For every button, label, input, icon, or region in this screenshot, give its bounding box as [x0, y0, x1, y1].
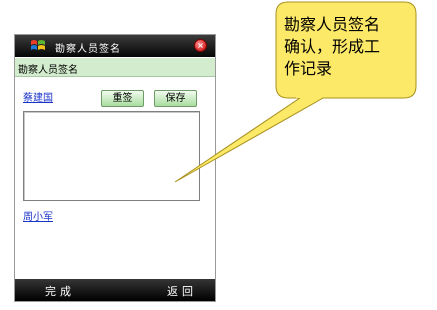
- callout-text: 勘察人员签名 确认，形成工 作记录: [284, 14, 408, 80]
- windows-logo-icon[interactable]: [30, 38, 46, 54]
- save-button[interactable]: 保存: [154, 90, 197, 107]
- callout-line: 作记录: [284, 59, 333, 78]
- signer-2-link[interactable]: 周小军: [23, 208, 53, 223]
- phone-window: 勘察人员签名 × 勘察人员签名 蔡建国 重签 保存 周小军 完成 返回: [14, 34, 216, 302]
- signature-pad[interactable]: [23, 111, 200, 201]
- resign-button[interactable]: 重签: [101, 90, 144, 107]
- back-softkey[interactable]: 返回: [167, 283, 197, 299]
- softkey-bar: 完成 返回: [15, 279, 215, 301]
- signer-1-link[interactable]: 蔡建国: [23, 89, 53, 104]
- close-icon[interactable]: ×: [194, 39, 207, 52]
- title-bar: 勘察人员签名 ×: [15, 35, 215, 57]
- callout-line: 确认，形成工: [284, 37, 381, 56]
- section-header: 勘察人员签名: [15, 58, 215, 77]
- done-softkey[interactable]: 完成: [45, 283, 75, 299]
- window-title: 勘察人员签名: [55, 44, 121, 55]
- callout-line: 勘察人员签名: [284, 15, 381, 34]
- section-header-label: 勘察人员签名: [18, 65, 78, 76]
